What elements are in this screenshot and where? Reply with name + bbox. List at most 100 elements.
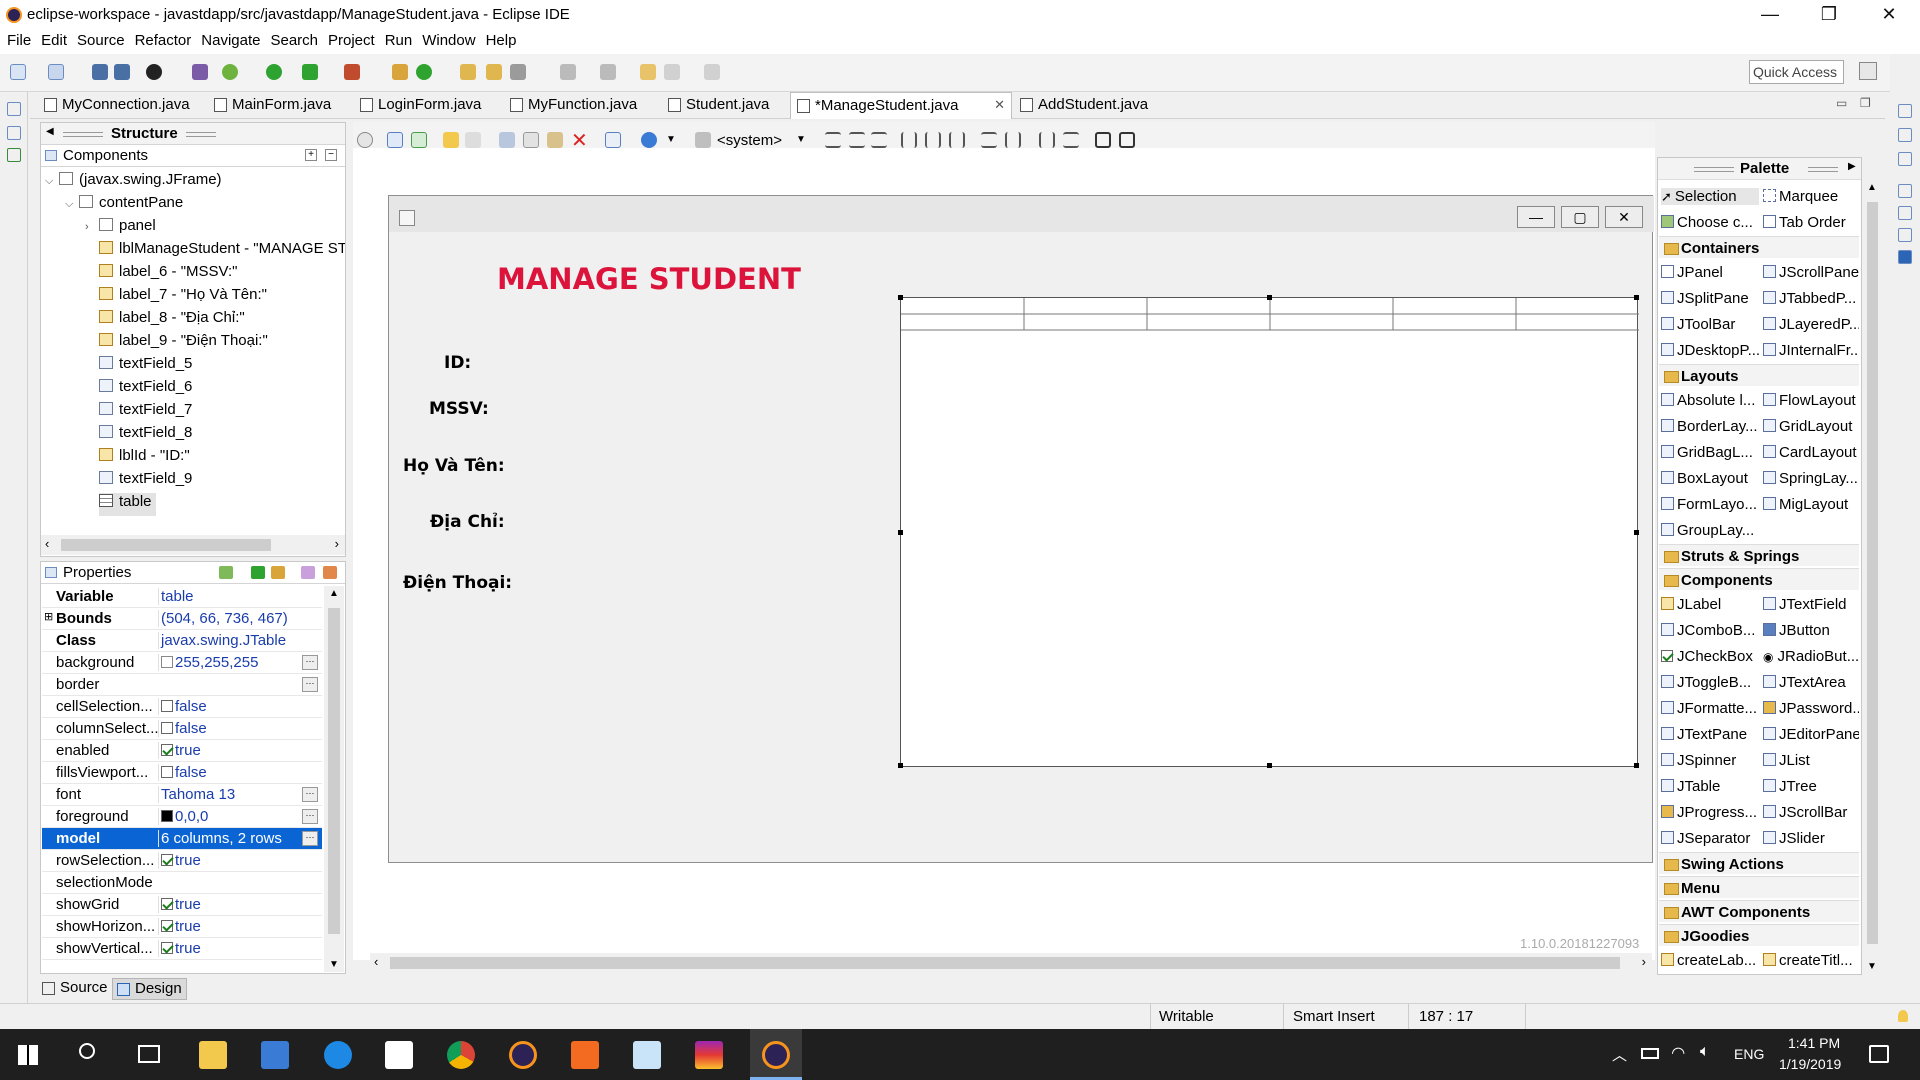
palette-cardlayout[interactable]: CardLayout [1763, 444, 1859, 461]
palette-miglayout[interactable]: MigLayout [1763, 496, 1859, 513]
tree-horizontal-scrollbar[interactable]: ‹ › [41, 535, 345, 555]
tab-student[interactable]: Student.java [662, 92, 777, 119]
palette-jscrollbar[interactable]: JScrollBar [1763, 804, 1859, 821]
tab-loginform[interactable]: LoginForm.java [354, 92, 489, 119]
scroll-thumb[interactable] [328, 608, 340, 934]
palette-jcombobox[interactable]: JComboB... [1661, 622, 1759, 639]
palette-flowlayout[interactable]: FlowLayout [1763, 392, 1859, 409]
winrar-icon[interactable] [695, 1041, 723, 1069]
prop-model[interactable]: model 6 columns, 2 rows ··· [42, 828, 322, 850]
look-and-feel-icon[interactable] [695, 132, 711, 148]
eclipse-icon[interactable] [509, 1041, 537, 1069]
edge-icon[interactable] [324, 1041, 352, 1069]
scroll-thumb[interactable] [1867, 202, 1878, 944]
open-task-icon[interactable] [486, 64, 502, 80]
align-middle-icon[interactable] [925, 132, 941, 148]
locale-icon[interactable] [641, 132, 657, 148]
file-explorer-icon[interactable] [199, 1041, 227, 1069]
tree-item-label-8[interactable]: label_8 - "Địa Chỉ:" [99, 309, 245, 332]
palette-jslider[interactable]: JSlider [1763, 830, 1859, 847]
prop-value[interactable]: 0,0,0 [158, 808, 304, 825]
volume-icon[interactable]: 🔈︎ [1700, 1043, 1710, 1061]
notifications-icon[interactable] [1869, 1045, 1889, 1063]
frame-maximize-button[interactable]: ▢ [1561, 206, 1599, 228]
tab-addstudent[interactable]: AddStudent.java [1014, 92, 1156, 119]
clock-date[interactable]: 1/19/2019 [1779, 1056, 1841, 1072]
test-gui-icon[interactable] [357, 132, 373, 148]
search-icon[interactable] [79, 1043, 95, 1059]
outline-icon[interactable] [1898, 128, 1912, 142]
same-height-icon[interactable] [1005, 132, 1021, 148]
new-class-icon[interactable] [416, 64, 432, 80]
locale-dropdown-icon[interactable]: ▼ [666, 134, 676, 145]
tab-mainform[interactable]: MainForm.java [208, 92, 339, 119]
back-icon[interactable] [664, 64, 680, 80]
tree-item-lblmanagestudent[interactable]: lblManageStudent - "MANAGE ST [99, 240, 345, 263]
restore-view-icon[interactable] [7, 102, 21, 116]
close-tab-icon[interactable]: ✕ [994, 97, 1005, 113]
minimize-editor-icon[interactable]: ▭ [1836, 96, 1847, 110]
palette-jpasswordfield[interactable]: JPassword... [1763, 700, 1859, 717]
next-annotation-icon[interactable] [560, 64, 576, 80]
palette-jbutton[interactable]: JButton [1763, 622, 1859, 639]
convert-local-icon[interactable] [271, 566, 285, 579]
palette-jtabbedpane[interactable]: JTabbedP... [1763, 290, 1859, 307]
redo-icon[interactable] [465, 132, 481, 148]
chrome-icon[interactable] [447, 1041, 475, 1069]
layout-icon[interactable] [387, 132, 403, 148]
windows-start-icon[interactable] [18, 1045, 38, 1065]
tree-item-label-7[interactable]: label_7 - "Họ Và Tên:" [99, 286, 267, 309]
resize-handle[interactable] [898, 295, 903, 300]
prop-value[interactable]: true [158, 918, 304, 935]
restore-console-icon[interactable] [1898, 184, 1912, 198]
edit-button[interactable]: ··· [302, 809, 318, 824]
menu-run[interactable]: Run [380, 30, 418, 51]
prop-value[interactable]: true [158, 742, 304, 759]
palette-jlayeredpane[interactable]: JLayeredP... [1763, 316, 1859, 333]
checkbox[interactable] [161, 766, 173, 778]
prop-class[interactable]: Class javax.swing.JTable [42, 630, 322, 652]
checkbox[interactable] [161, 854, 173, 866]
resize-handle[interactable] [1634, 295, 1639, 300]
palette-springlayout[interactable]: SpringLay... [1763, 470, 1859, 487]
edit-button[interactable]: ··· [302, 677, 318, 692]
resize-handle[interactable] [1634, 530, 1639, 535]
prop-value[interactable]: false [158, 720, 304, 737]
palette-jinternalframe[interactable]: JInternalFr... [1763, 342, 1859, 359]
checkbox[interactable] [161, 920, 173, 932]
checkbox[interactable] [161, 700, 173, 712]
new-java-project-icon[interactable] [392, 64, 408, 80]
prop-value[interactable]: table [158, 588, 304, 605]
prop-enabled[interactable]: enabled true [42, 740, 322, 762]
xampp-icon[interactable] [571, 1041, 599, 1069]
menu-edit[interactable]: Edit [36, 30, 72, 51]
prop-columnselection[interactable]: columnSelect... false [42, 718, 322, 740]
palette-jtogglebutton[interactable]: JToggleB... [1661, 674, 1759, 691]
palette-boxlayout[interactable]: BoxLayout [1661, 470, 1759, 487]
palette-jprogressbar[interactable]: JProgress... [1661, 804, 1759, 821]
palette-collapse-icon[interactable]: ▶ [1848, 161, 1856, 172]
checkbox[interactable] [161, 722, 173, 734]
language-indicator[interactable]: ENG [1734, 1046, 1764, 1062]
prop-variable[interactable]: Variable table [42, 586, 322, 608]
palette-jlist[interactable]: JList [1763, 752, 1859, 769]
show-events-icon[interactable] [219, 566, 233, 579]
cut-icon[interactable] [499, 132, 515, 148]
prop-showgrid[interactable]: showGrid true [42, 894, 322, 916]
hierarchy-icon[interactable] [7, 148, 21, 162]
tab-managestudent[interactable]: *ManageStudent.java ✕ [790, 92, 1012, 119]
skip-breakpoints-icon[interactable] [192, 64, 208, 80]
tree-item-textfield-7[interactable]: textField_7 [99, 401, 192, 424]
collapse-icon[interactable]: ◀ [46, 126, 54, 137]
menu-search[interactable]: Search [265, 30, 323, 51]
design-tab[interactable]: Design [112, 978, 187, 1000]
palette-selection[interactable]: ➚ Selection [1661, 188, 1759, 205]
palette-jradiobutton[interactable]: ◉ JRadioBut... [1763, 648, 1859, 665]
console-icon[interactable] [1898, 206, 1912, 220]
palette-jseparator[interactable]: JSeparator [1661, 830, 1759, 847]
tree-item-label-6[interactable]: label_6 - "MSSV:" [99, 263, 237, 286]
prop-showhorizontal[interactable]: showHorizon... true [42, 916, 322, 938]
tree-item-label-9[interactable]: label_9 - "Điện Thoại:" [99, 332, 268, 355]
minimize-button[interactable]: — [1747, 0, 1793, 30]
menu-help[interactable]: Help [481, 30, 522, 51]
